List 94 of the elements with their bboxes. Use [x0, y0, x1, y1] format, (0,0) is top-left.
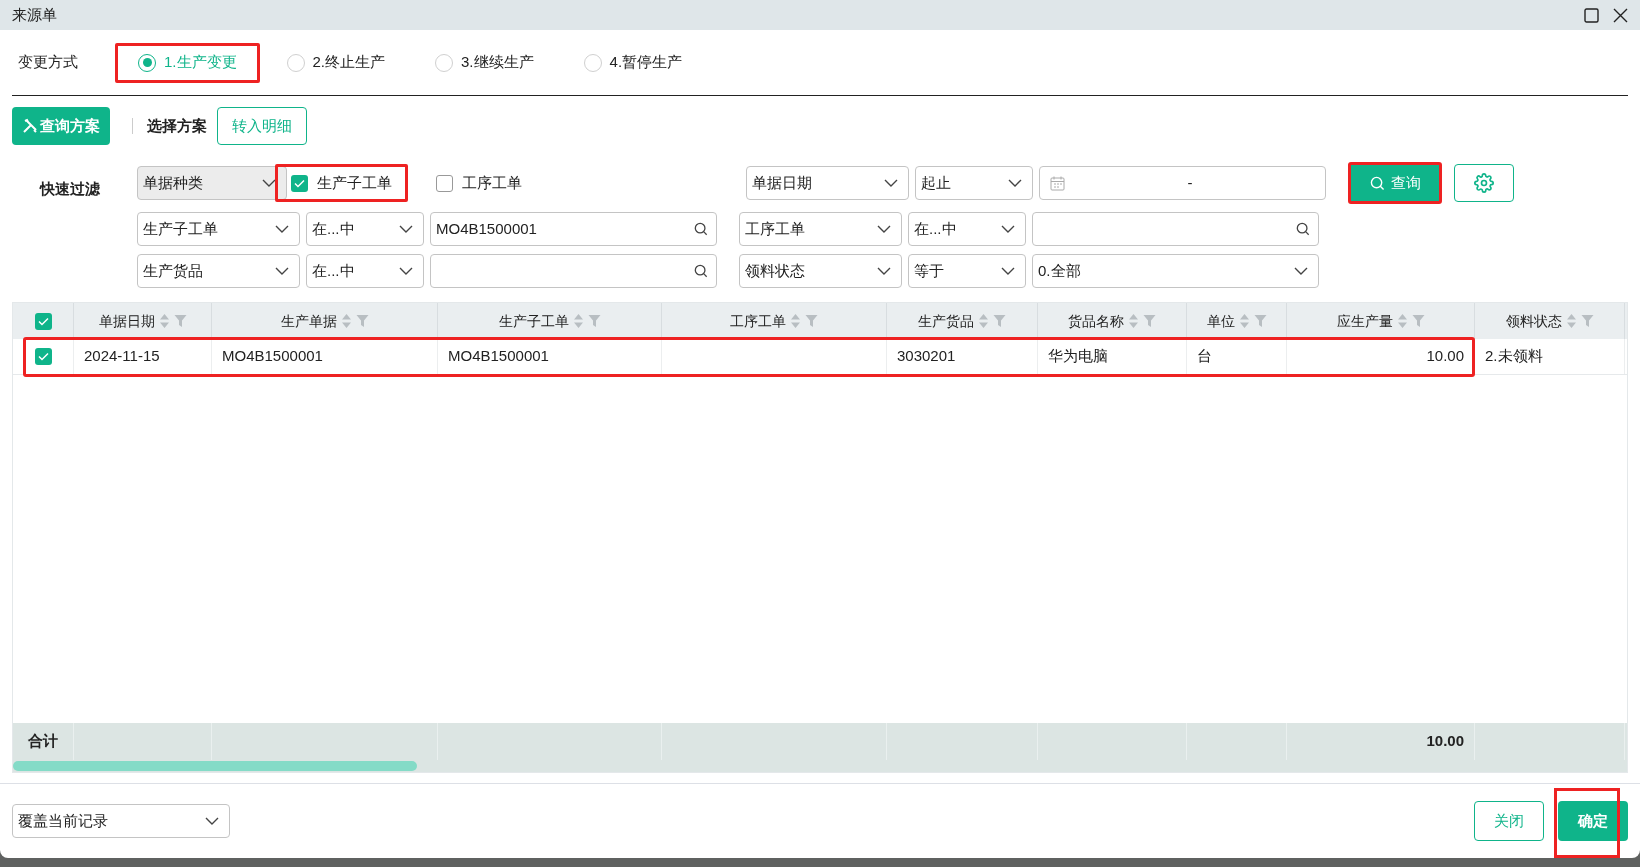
column-header[interactable]: 生产子工单 — [438, 303, 662, 339]
table-cell-text: MO4B1500001 — [222, 346, 323, 367]
search-icon — [1296, 222, 1310, 236]
check-icon — [294, 178, 305, 188]
filter-icon — [1411, 314, 1425, 328]
chevron-down-icon — [399, 225, 413, 233]
select-scheme-label: 选择方案 — [147, 115, 207, 136]
operator-select[interactable]: 在...中 — [306, 254, 424, 288]
chevron-down-icon — [1001, 267, 1015, 275]
column-header[interactable]: 生产货品 — [887, 303, 1038, 339]
table-cell-text: 台 — [1197, 346, 1212, 367]
settings-icon — [1474, 173, 1494, 193]
field-select[interactable]: 领料状态 — [739, 254, 902, 288]
table-cell-text: 10.00 — [1426, 346, 1464, 367]
chevron-down-icon — [1294, 267, 1308, 275]
search-field[interactable] — [430, 254, 717, 288]
chevron-down-icon — [262, 179, 276, 187]
search-icon — [694, 222, 708, 236]
checkbox-option[interactable]: 生产子工单 — [275, 164, 408, 202]
field-select[interactable]: 工序工单 — [739, 212, 902, 246]
select-all-checkbox[interactable] — [34, 312, 52, 330]
chevron-down-icon — [877, 225, 891, 233]
radio-option[interactable]: 2.终止生产 — [263, 42, 409, 83]
table-cell-text: 2.未领料 — [1485, 346, 1543, 367]
operator-select[interactable]: 在...中 — [306, 212, 424, 246]
checkbox-option[interactable]: 工序工单 — [420, 164, 538, 202]
sort-icon — [340, 313, 352, 329]
column-header[interactable]: 单位 — [1187, 303, 1287, 339]
sort-icon — [1238, 313, 1250, 329]
maximize-icon[interactable] — [1584, 7, 1599, 23]
table-cell-text: 2024-11-15 — [84, 346, 160, 367]
chevron-down-icon — [399, 267, 413, 275]
filter-icon — [805, 314, 818, 328]
horizontal-scrollbar[interactable] — [13, 760, 1627, 772]
column-header[interactable]: 应生产量 — [1287, 303, 1475, 339]
filter-icon — [587, 314, 601, 328]
field-select[interactable]: 生产子工单 — [137, 212, 300, 246]
date-range-field[interactable]: - — [1039, 166, 1326, 200]
chevron-down-icon — [205, 817, 219, 825]
table-row[interactable]: 2024-11-15 MO4B1500001 MO4B1500001 3030201 华为电脑 台 10.00 2.未领料 — [13, 339, 1627, 375]
filter-icon — [993, 314, 1006, 328]
mode-select[interactable]: 覆盖当前记录 — [12, 804, 230, 838]
search-field[interactable] — [1032, 212, 1319, 246]
checkbox[interactable] — [291, 174, 308, 192]
total-label: 合计 — [28, 731, 58, 752]
column-header[interactable]: 货品名称 — [1038, 303, 1187, 339]
chevron-down-icon — [275, 267, 289, 275]
sort-icon — [158, 313, 170, 329]
search-icon — [694, 264, 708, 278]
sort-icon — [1128, 313, 1139, 329]
checkbox[interactable] — [436, 174, 453, 192]
sort-icon — [978, 313, 989, 329]
filter-icon — [1253, 314, 1267, 328]
window-title: 来源单 — [12, 4, 57, 25]
operator-select[interactable]: 等于 — [908, 254, 1026, 288]
chevron-down-icon — [1008, 179, 1022, 187]
field-label: 变更方式 — [18, 52, 79, 73]
close-icon[interactable] — [1613, 7, 1628, 23]
calendar-icon — [1050, 175, 1065, 191]
table-cell-text: MO4B1500001 — [448, 346, 549, 367]
chevron-down-icon — [884, 179, 898, 187]
value-select[interactable]: 0.全部 — [1032, 254, 1319, 288]
tools-icon — [22, 118, 38, 134]
check-icon — [37, 352, 49, 361]
table-cell-text: 华为电脑 — [1048, 346, 1108, 367]
column-header[interactable]: 工序工单 — [662, 303, 887, 339]
check-icon — [37, 316, 49, 326]
radio-option[interactable]: 3.继续生产 — [412, 42, 557, 83]
column-header[interactable]: 单据日期 — [74, 303, 212, 339]
quick-filter-label: 快速过滤 — [40, 179, 101, 199]
filter-icon — [1580, 314, 1594, 328]
field-select[interactable]: 生产货品 — [137, 254, 300, 288]
sort-icon — [572, 313, 584, 329]
operator-select[interactable]: 在...中 — [908, 212, 1026, 246]
sort-icon — [790, 313, 801, 329]
radio-option[interactable]: 4.暂停生产 — [560, 42, 706, 83]
date-field-select[interactable]: 单据日期 — [746, 166, 909, 200]
search-icon — [1369, 175, 1385, 191]
search-field[interactable]: MO4B1500001 — [430, 212, 717, 246]
sort-icon — [1396, 313, 1408, 329]
row-checkbox[interactable] — [34, 348, 52, 365]
filter-icon — [173, 314, 187, 328]
chevron-down-icon — [877, 267, 891, 275]
chevron-down-icon — [275, 225, 289, 233]
doc-type-select[interactable]: 单据种类 — [137, 166, 287, 200]
total-value: 10.00 — [1426, 731, 1464, 752]
date-operator-select[interactable]: 起止 — [915, 166, 1033, 200]
filter-icon — [355, 314, 369, 328]
sort-icon — [1565, 313, 1577, 329]
column-header[interactable]: 生产单据 — [212, 303, 438, 339]
chevron-down-icon — [1001, 225, 1015, 233]
filter-icon — [1143, 314, 1156, 328]
table-cell-text: 3030201 — [897, 346, 956, 367]
settings-button[interactable] — [1454, 164, 1514, 202]
